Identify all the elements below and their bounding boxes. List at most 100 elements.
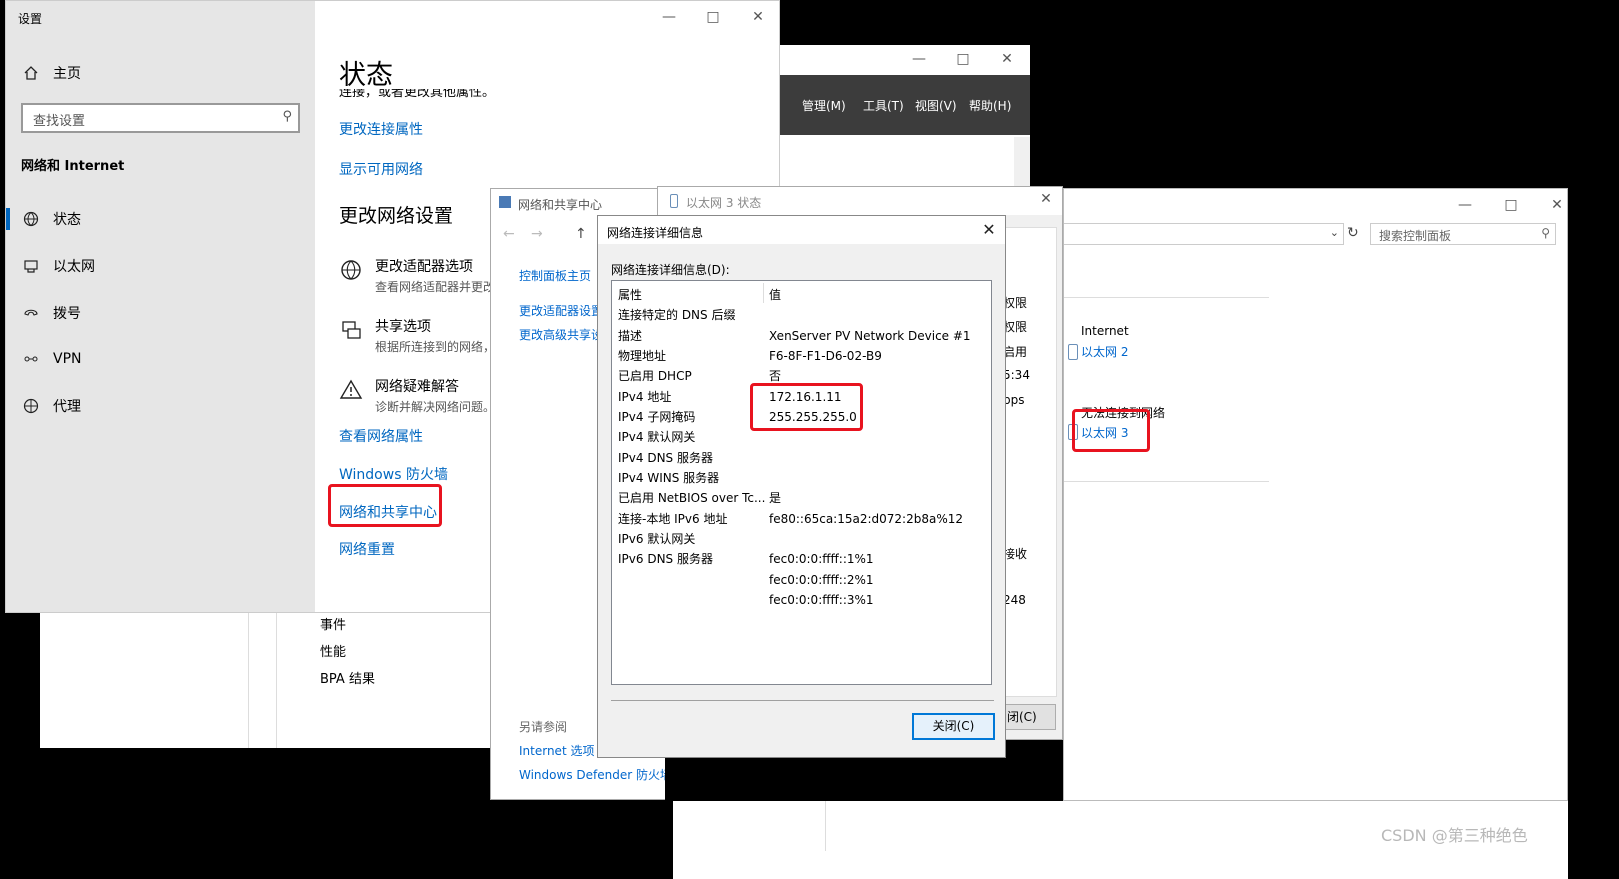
eth-frag-3: 启用 [1003, 345, 1028, 359]
link-ethernet-2[interactable]: 以太网 2 [1081, 343, 1128, 360]
option-sharing-title: 共享选项 [375, 319, 431, 335]
row-property: IPv4 地址 [618, 390, 672, 404]
column-header-value[interactable]: 值 [769, 285, 781, 305]
nav-selected-indicator [6, 208, 10, 230]
row-property: IPv4 WINS 服务器 [618, 471, 720, 485]
nav-ethernet-label: 以太网 [53, 259, 95, 275]
close-icon[interactable]: ✕ [1534, 189, 1567, 221]
globe-icon [21, 396, 41, 416]
link-show-available-networks[interactable]: 显示可用网络 [339, 159, 423, 179]
maximize-icon[interactable]: □ [690, 1, 736, 33]
search-input[interactable]: 查找设置 ⚲ [21, 103, 300, 133]
sm-item-performance[interactable]: 性能 [320, 641, 346, 660]
nav-status-label: 状态 [53, 212, 81, 228]
server-manager-divider-2 [276, 600, 277, 748]
up-icon[interactable]: ↑ [575, 226, 587, 242]
window-title: 网络和共享中心 [518, 198, 603, 212]
close-icon[interactable]: ✕ [735, 1, 779, 33]
row-value: fec0:0:0:ffff::2%1 [769, 573, 874, 587]
search-placeholder: 查找设置 [33, 114, 86, 129]
refresh-icon[interactable]: ↻ [1347, 225, 1359, 241]
minimize-icon[interactable]: — [1442, 189, 1488, 221]
menu-manage[interactable]: 管理(M) [802, 97, 846, 114]
minimize-icon[interactable]: — [896, 45, 942, 73]
details-close-button[interactable]: 关闭(C) [912, 713, 995, 740]
nav-vpn-label: VPN [53, 351, 82, 367]
option-adapter-desc: 查看网络适配器并更改 [375, 280, 496, 294]
option-sharing[interactable]: 共享选项 根据所连接到的网络， [339, 316, 495, 355]
sm-item-events[interactable]: 事件 [320, 614, 346, 633]
option-adapter-title: 更改适配器选项 [375, 259, 473, 275]
option-adapter[interactable]: 更改适配器选项 查看网络适配器并更改 [339, 256, 495, 295]
row-property: 连接-本地 IPv6 地址 [618, 512, 728, 526]
link-network-reset[interactable]: 网络重置 [339, 539, 395, 559]
menu-help[interactable]: 帮助(H) [969, 97, 1011, 114]
details-close-label: 关闭(C) [932, 719, 975, 733]
watermark: CSDN @第三种绝色 [1381, 826, 1528, 845]
link-control-panel-home[interactable]: 控制面板主页 [519, 267, 591, 284]
eth-frag-6: 接收 [1003, 547, 1028, 561]
close-icon[interactable]: ✕ [984, 45, 1030, 73]
menu-view[interactable]: 视图(V) [915, 97, 957, 114]
forward-icon[interactable]: → [531, 226, 543, 242]
maximize-icon[interactable]: □ [940, 45, 986, 73]
nav-home[interactable]: 主页 [21, 61, 81, 85]
row-property: IPv4 默认网关 [618, 430, 696, 444]
nav-dialup-label: 拨号 [53, 306, 81, 322]
server-manager-divider [248, 600, 249, 748]
link-internet-options[interactable]: Internet 选项 [519, 742, 594, 759]
close-icon[interactable]: ✕ [971, 216, 1005, 244]
nav-proxy[interactable]: 代理 [21, 394, 81, 418]
row-property: 已启用 DHCP [618, 369, 692, 383]
eth-frag-2: 权限 [1003, 320, 1028, 334]
network-icon [670, 194, 678, 208]
page-title: 状态 [339, 60, 393, 91]
divider [1064, 481, 1269, 482]
address-bar[interactable]: ⌄ [1064, 223, 1344, 245]
ethernet-icon [21, 256, 41, 276]
column-header-property[interactable]: 属性 [618, 285, 642, 305]
nav-dialup[interactable]: 拨号 [21, 301, 81, 325]
highlight-box [750, 383, 863, 431]
vpn-icon [21, 349, 41, 369]
window-title: 设置 [18, 12, 43, 26]
back-icon[interactable]: ← [503, 226, 515, 242]
section-title: 网络和 Internet [21, 159, 125, 174]
link-windows-firewall[interactable]: Windows 防火墙 [339, 464, 448, 484]
link-change-connection-properties[interactable]: 更改连接属性 [339, 119, 423, 139]
row-property: 描述 [618, 329, 643, 343]
minimize-icon[interactable]: — [646, 1, 692, 33]
row-value: XenServer PV Network Device #1 [769, 329, 971, 343]
row-property: 物理地址 [618, 349, 667, 363]
adapter-icon [339, 258, 365, 284]
link-view-network-properties[interactable]: 查看网络属性 [339, 426, 423, 446]
link-change-advanced-sharing[interactable]: 更改高级共享设 [519, 326, 603, 343]
eth-frag-5: bps [1003, 393, 1025, 407]
maximize-icon[interactable]: □ [1488, 189, 1534, 221]
change-settings-heading: 更改网络设置 [339, 205, 454, 227]
sm-item-bpa[interactable]: BPA 结果 [320, 668, 375, 687]
nav-vpn[interactable]: VPN [21, 347, 82, 371]
row-value: fec0:0:0:ffff::1%1 [769, 552, 874, 566]
row-property: 连接特定的 DNS 后缀 [618, 308, 736, 322]
search-input[interactable]: 搜索控制面板 ⚲ [1370, 223, 1556, 245]
nav-home-label: 主页 [53, 66, 81, 82]
column-divider[interactable] [763, 283, 764, 303]
search-placeholder: 搜索控制面板 [1379, 229, 1452, 243]
menu-tools[interactable]: 工具(T) [863, 97, 904, 114]
row-value: F6-8F-F1-D6-02-B9 [769, 349, 882, 363]
chevron-down-icon[interactable]: ⌄ [1330, 226, 1339, 239]
highlight-box [1072, 409, 1150, 452]
search-icon: ⚲ [282, 109, 292, 124]
internet-label: Internet [1081, 324, 1129, 338]
nav-ethernet[interactable]: 以太网 [21, 254, 95, 278]
row-value: fec0:0:0:ffff::3%1 [769, 593, 874, 607]
link-change-adapter-settings[interactable]: 更改适配器设置 [519, 302, 603, 319]
option-troubleshoot[interactable]: 网络疑难解答 诊断并解决网络问题。 [339, 376, 495, 415]
server-manager-window: 事件 性能 BPA 结果 [40, 600, 490, 748]
details-table[interactable]: 属性 值 连接特定的 DNS 后缀 描述 XenServer PV Networ… [611, 280, 992, 685]
nav-status[interactable]: 状态 [21, 207, 81, 231]
close-icon[interactable]: ✕ [1028, 187, 1062, 213]
link-defender-firewall[interactable]: Windows Defender 防火墙 [519, 766, 665, 783]
eth-frag-7: 248 [1003, 593, 1026, 607]
